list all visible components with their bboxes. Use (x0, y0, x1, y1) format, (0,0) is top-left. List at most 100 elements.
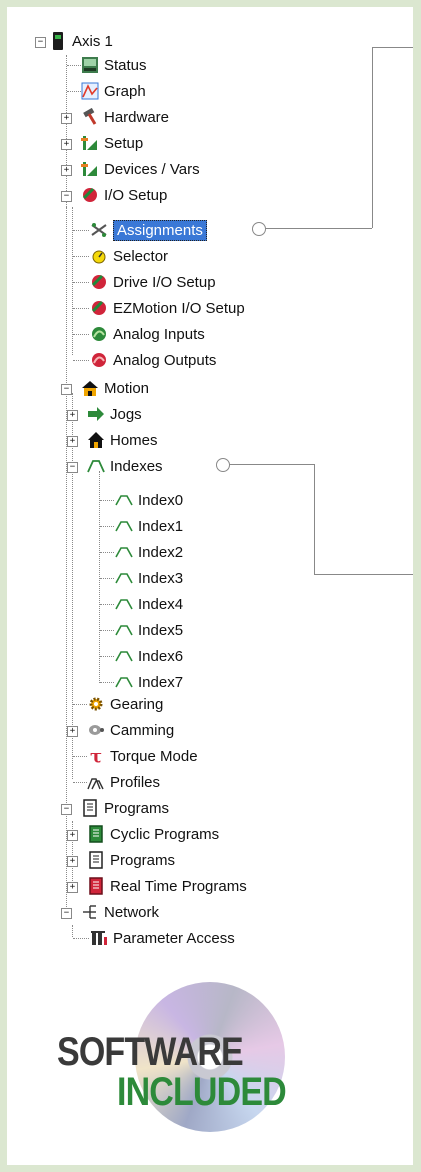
tree-label: Analog Outputs (113, 351, 217, 369)
tree-item-index[interactable]: Index4 (115, 591, 183, 617)
tree-item-programs[interactable]: Programs (81, 795, 169, 821)
expand-setup-toggle[interactable]: + (61, 139, 72, 150)
expand-hardware-toggle[interactable]: + (61, 113, 72, 124)
software-included-badge: SOFTWARE INCLUDED (57, 982, 317, 1132)
tree-item-index[interactable]: Index2 (115, 539, 183, 565)
assignments-icon (90, 221, 108, 239)
index-profile-icon (115, 517, 133, 535)
devices-icon (81, 160, 99, 178)
tree-label: Indexes (110, 457, 163, 475)
status-icon (81, 56, 99, 74)
arrow-right-icon (87, 405, 105, 423)
program-icon (87, 877, 105, 895)
expand-jogs-toggle[interactable]: + (67, 410, 78, 421)
tree-label: Torque Mode (110, 747, 198, 765)
tree-item-real-time-programs[interactable]: Real Time Programs (87, 873, 247, 899)
tree-item-ezmotion-io[interactable]: EZMotion I/O Setup (90, 295, 245, 321)
tree-label: Homes (110, 431, 158, 449)
index-profile-icon (115, 595, 133, 613)
hammer-icon (81, 108, 99, 126)
expand-homes-toggle[interactable]: + (67, 436, 78, 447)
tree-panel: − Axis 1 Status Graph + Hardware + Setup… (7, 7, 413, 1165)
tree-item-cyclic-programs[interactable]: Cyclic Programs (87, 821, 219, 847)
tree-item-index[interactable]: Index5 (115, 617, 183, 643)
tree-label: Index3 (138, 569, 184, 587)
expand-devices-toggle[interactable]: + (61, 165, 72, 176)
index-profile-icon (87, 457, 105, 475)
tree-item-status[interactable]: Status (81, 52, 147, 78)
profiles-icon (87, 773, 105, 791)
analog-output-icon (90, 351, 108, 369)
tree-item-camming[interactable]: Camming (87, 717, 174, 743)
tree-label: Index7 (138, 673, 184, 691)
tree-item-profiles[interactable]: Profiles (87, 769, 160, 795)
parameter-access-icon (90, 929, 108, 947)
tree-item-devices-vars[interactable]: Devices / Vars (81, 156, 200, 182)
tree-item-hardware[interactable]: Hardware (81, 104, 169, 130)
callout-marker (252, 222, 266, 236)
io-icon (90, 299, 108, 317)
collapse-programs-toggle[interactable]: − (61, 804, 72, 815)
tree-item-io-setup[interactable]: I/O Setup (81, 182, 167, 208)
index-profile-icon (115, 647, 133, 665)
tree-label: Jogs (110, 405, 142, 423)
expand-cyclic-programs-toggle[interactable]: + (67, 830, 78, 841)
tree-label: Analog Inputs (113, 325, 205, 343)
expand-camming-toggle[interactable]: + (67, 726, 78, 737)
tree-label: Index5 (138, 621, 184, 639)
index-profile-icon (115, 621, 133, 639)
graph-icon (81, 82, 99, 100)
collapse-indexes-toggle[interactable]: − (67, 462, 78, 473)
collapse-motion-toggle[interactable]: − (61, 384, 72, 395)
tree-item-network[interactable]: Network (81, 899, 159, 925)
tree-label: Network (104, 903, 160, 921)
tree-label: I/O Setup (104, 186, 168, 204)
tree-label: Index1 (138, 517, 184, 535)
program-icon (87, 825, 105, 843)
tree-item-selector[interactable]: Selector (90, 243, 168, 269)
tree-item-gearing[interactable]: Gearing (87, 691, 163, 717)
tree-label: Setup (104, 134, 144, 152)
collapse-io-setup-toggle[interactable]: − (61, 191, 72, 202)
drive-icon (49, 32, 67, 50)
tree-item-indexes[interactable]: Indexes (87, 453, 163, 479)
tree-item-analog-outputs[interactable]: Analog Outputs (90, 347, 216, 373)
badge-line-1: SOFTWARE (57, 1030, 244, 1074)
tree-item-index[interactable]: Index3 (115, 565, 183, 591)
home-icon (87, 431, 105, 449)
tree-item-index[interactable]: Index0 (115, 487, 183, 513)
tree-item-analog-inputs[interactable]: Analog Inputs (90, 321, 205, 347)
expand-programs-sub-toggle[interactable]: + (67, 856, 78, 867)
project-tree: − Axis 1 Status Graph + Hardware + Setup… (7, 7, 413, 967)
badge-line-2: INCLUDED (117, 1070, 287, 1114)
tree-item-graph[interactable]: Graph (81, 78, 146, 104)
tree-item-parameter-access[interactable]: Parameter Access (90, 925, 235, 951)
tree-item-setup[interactable]: Setup (81, 130, 143, 156)
collapse-network-toggle[interactable]: − (61, 908, 72, 919)
tree-label: Programs (104, 799, 170, 817)
tree-label-selected: Assignments (113, 219, 207, 241)
tree-item-index[interactable]: Index6 (115, 643, 183, 669)
index-profile-icon (115, 673, 133, 691)
tree-item-index[interactable]: Index1 (115, 513, 183, 539)
tree-label: Index2 (138, 543, 184, 561)
io-icon (90, 273, 108, 291)
index-profile-icon (115, 543, 133, 561)
cam-icon (87, 721, 105, 739)
tree-item-programs-sub[interactable]: Programs (87, 847, 175, 873)
expand-real-time-programs-toggle[interactable]: + (67, 882, 78, 893)
tree-label: Profiles (110, 773, 161, 791)
tree-item-assignments[interactable]: Assignments (90, 217, 207, 243)
tree-item-torque-mode[interactable]: τ Torque Mode (87, 743, 198, 769)
tree-item-homes[interactable]: Homes (87, 427, 158, 453)
tree-item-jogs[interactable]: Jogs (87, 401, 142, 427)
tree-label: Graph (104, 82, 146, 100)
tree-item-motion[interactable]: Motion (81, 375, 149, 401)
gear-icon (87, 695, 105, 713)
tree-label: Index4 (138, 595, 184, 613)
tree-label: Drive I/O Setup (113, 273, 216, 291)
collapse-axis-toggle[interactable]: − (35, 37, 46, 48)
tree-label: Index0 (138, 491, 184, 509)
tree-item-axis[interactable]: Axis 1 (49, 28, 113, 54)
tree-item-drive-io[interactable]: Drive I/O Setup (90, 269, 216, 295)
